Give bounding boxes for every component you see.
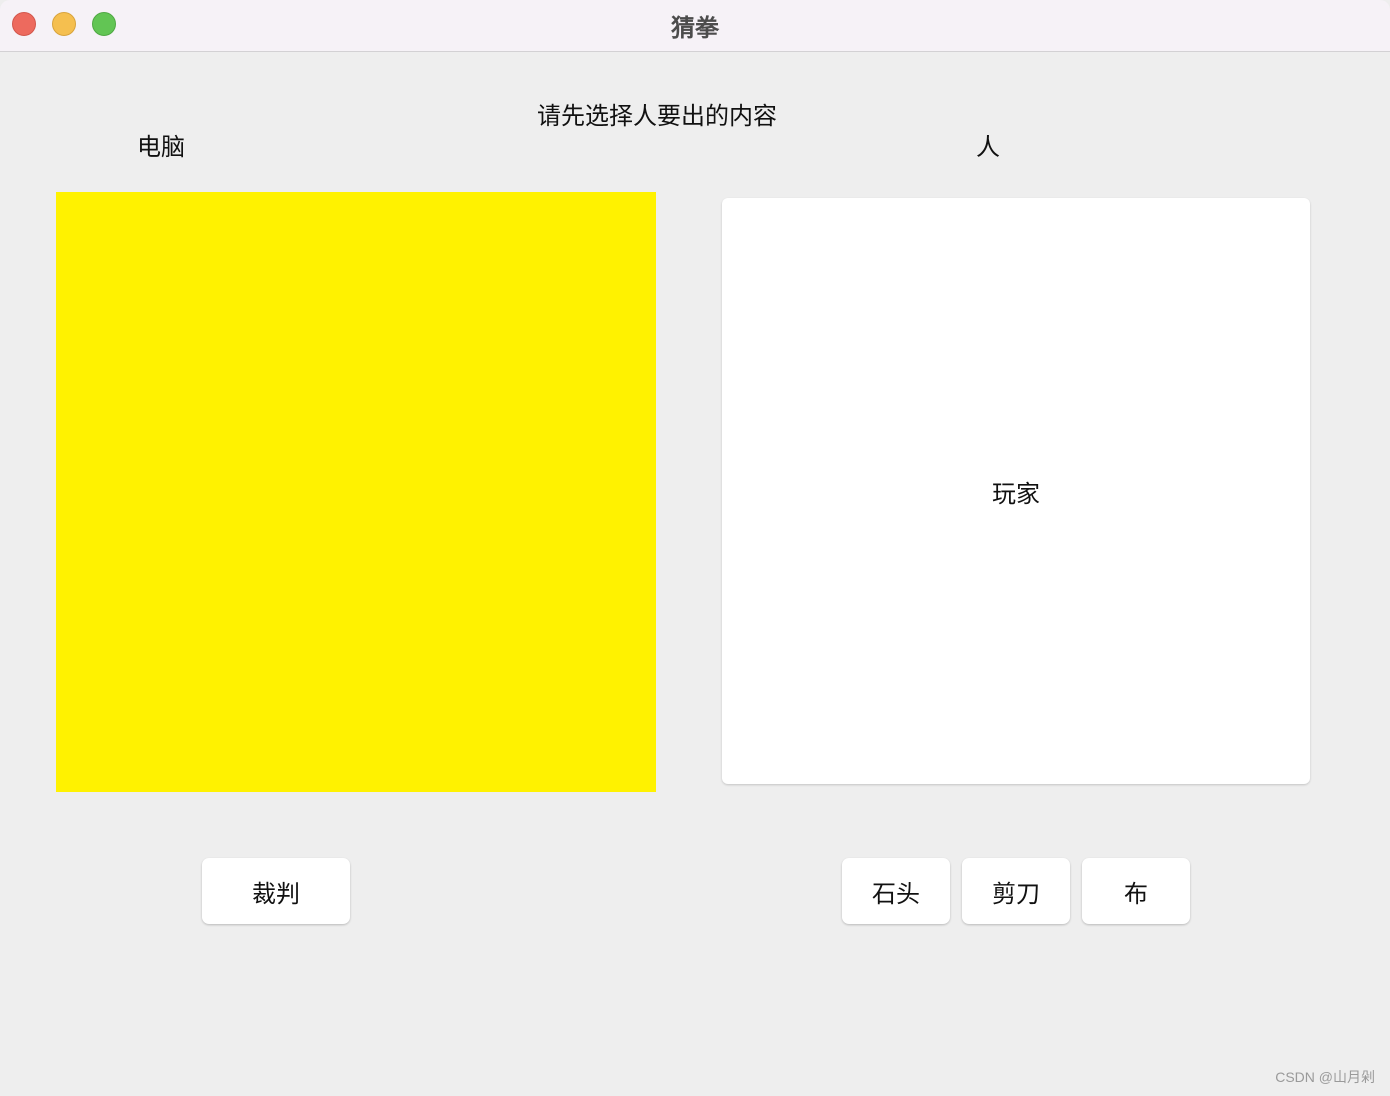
- app-window: 猜拳 请先选择人要出的内容 电脑 人 玩家 裁判 石头 剪刀 布 CSDN @山…: [0, 0, 1390, 1096]
- rock-button[interactable]: 石头: [842, 858, 950, 924]
- person-label: 人: [976, 133, 1000, 161]
- player-choice-panel: 玩家: [722, 198, 1310, 784]
- judge-button[interactable]: 裁判: [202, 858, 350, 924]
- title-bar[interactable]: 猜拳: [0, 0, 1390, 52]
- instruction-text: 请先选择人要出的内容: [537, 102, 777, 130]
- scissors-button[interactable]: 剪刀: [962, 858, 1070, 924]
- player-panel-text: 玩家: [992, 479, 1040, 508]
- computer-choice-panel: [56, 192, 656, 792]
- paper-button[interactable]: 布: [1082, 858, 1190, 924]
- watermark: CSDN @山月剁: [1275, 1069, 1375, 1085]
- window-title: 猜拳: [671, 14, 719, 42]
- computer-label: 电脑: [137, 133, 185, 161]
